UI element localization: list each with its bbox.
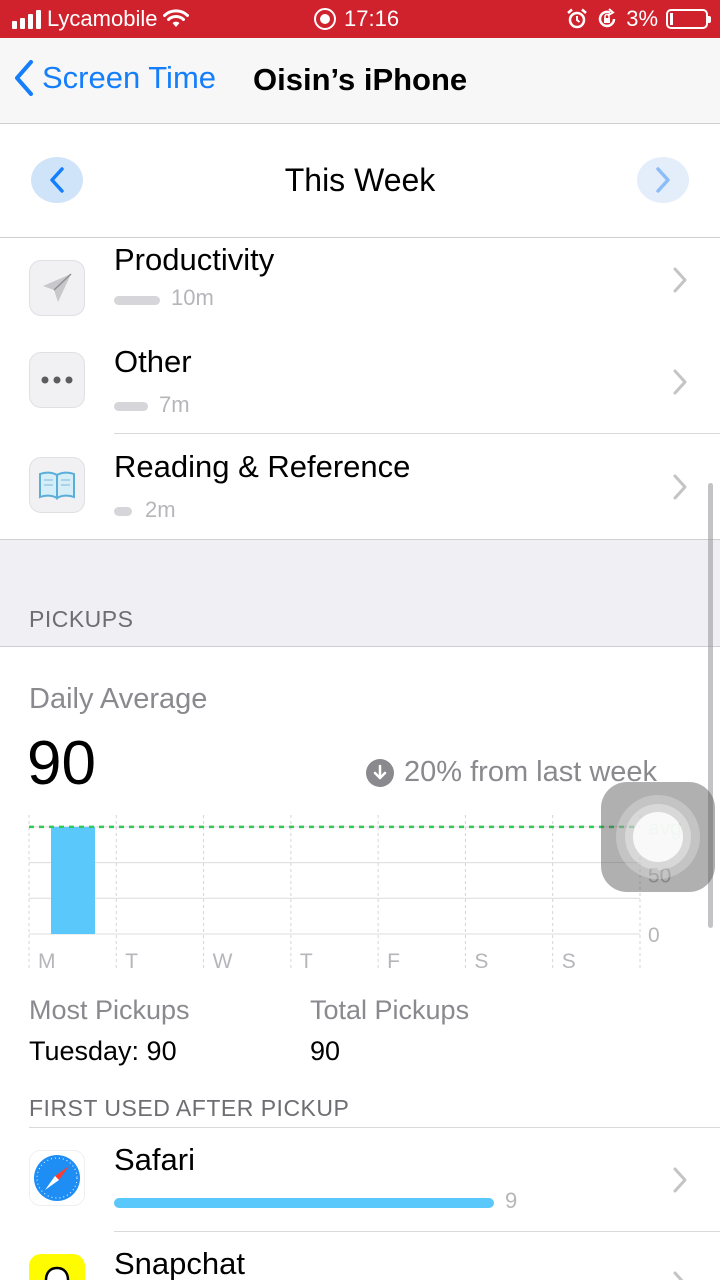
chart-y-tick-label: 0	[648, 924, 660, 947]
clock-label: 17:16	[344, 6, 400, 31]
app-row-safari[interactable]: Safari 9	[0, 1128, 720, 1232]
chart-x-tick-label: M	[38, 950, 56, 973]
total-pickups-value: 90	[310, 1036, 341, 1066]
app-name: Safari	[114, 1142, 195, 1177]
chart-x-tick-label: W	[213, 950, 233, 973]
page-title: Oisin’s iPhone	[253, 62, 468, 97]
assistive-touch-button[interactable]	[601, 782, 715, 892]
daily-average-label: Daily Average	[29, 683, 208, 715]
battery-icon	[666, 9, 711, 29]
daily-average-value: 90	[27, 729, 96, 798]
chart-bar	[51, 826, 95, 934]
chevron-right-icon	[673, 1271, 684, 1280]
chevron-right-icon	[656, 167, 670, 193]
next-week-button[interactable]	[637, 157, 689, 203]
back-button[interactable]: Screen Time	[14, 60, 216, 96]
carrier-label: Lycamobile	[47, 6, 158, 31]
screen-recording-icon	[314, 8, 336, 30]
most-pickups-label: Most Pickups	[29, 995, 190, 1025]
navigation-bar: Screen Time Oisin’s iPhone	[0, 38, 720, 124]
category-row-reading-reference[interactable]: Reading & Reference 2m	[0, 435, 720, 539]
chart-x-tick-label: S	[562, 950, 576, 973]
chart-x-tick-label: T	[300, 950, 313, 973]
pickups-section-label: PICKUPS	[29, 606, 134, 632]
ellipsis-icon	[29, 352, 85, 408]
pickup-count: 9	[505, 1188, 518, 1213]
usage-bar	[114, 296, 160, 305]
pickup-count-bar	[114, 1198, 494, 1208]
most-pickups-stat: Most Pickups Tuesday: 90	[29, 995, 190, 1067]
chart-x-tick-label: S	[474, 950, 488, 973]
battery-percentage: 3%	[626, 6, 658, 31]
chevron-left-icon	[15, 60, 33, 96]
pickups-section-header: PICKUPS	[0, 539, 720, 647]
most-pickups-value: Tuesday: 90	[29, 1036, 177, 1066]
arrow-down-icon	[366, 758, 394, 787]
category-name: Other	[114, 344, 192, 379]
week-selector: This Week	[0, 124, 720, 238]
back-button-label: Screen Time	[42, 60, 217, 95]
weekly-change: 20% from last week	[366, 756, 657, 789]
safari-icon	[29, 1150, 85, 1206]
week-title: This Week	[284, 162, 436, 198]
signal-strength-icon	[12, 9, 41, 29]
category-name: Reading & Reference	[114, 449, 411, 484]
wifi-icon	[163, 9, 190, 27]
status-bar: Lycamobile 17:16 3%	[0, 0, 720, 38]
chart-x-tick-label: T	[125, 950, 138, 973]
usage-time: 10m	[171, 285, 214, 310]
total-pickups-label: Total Pickups	[310, 995, 470, 1025]
book-icon	[29, 457, 85, 513]
usage-time: 7m	[159, 392, 190, 417]
chevron-right-icon	[673, 1167, 687, 1193]
snapchat-icon	[29, 1254, 85, 1280]
chevron-right-icon	[673, 267, 687, 293]
usage-time: 2m	[145, 497, 176, 522]
chevron-right-icon	[673, 474, 687, 500]
chevron-right-icon	[673, 369, 687, 395]
alarm-icon	[567, 8, 588, 29]
chart-x-tick-label: F	[387, 950, 400, 973]
paper-plane-icon	[29, 260, 85, 316]
category-row-productivity[interactable]: Productivity 10m	[0, 238, 720, 342]
category-name: Productivity	[114, 242, 275, 277]
app-row-snapchat[interactable]: Snapchat	[0, 1232, 720, 1280]
app-name: Snapchat	[114, 1246, 245, 1280]
total-pickups-stat: Total Pickups 90	[310, 995, 469, 1067]
usage-bar	[114, 507, 132, 516]
usage-bar	[114, 402, 148, 411]
first-used-section-label: FIRST USED AFTER PICKUP	[29, 1095, 350, 1121]
rotation-lock-icon	[598, 8, 616, 28]
category-row-other[interactable]: Other 7m	[0, 330, 720, 434]
